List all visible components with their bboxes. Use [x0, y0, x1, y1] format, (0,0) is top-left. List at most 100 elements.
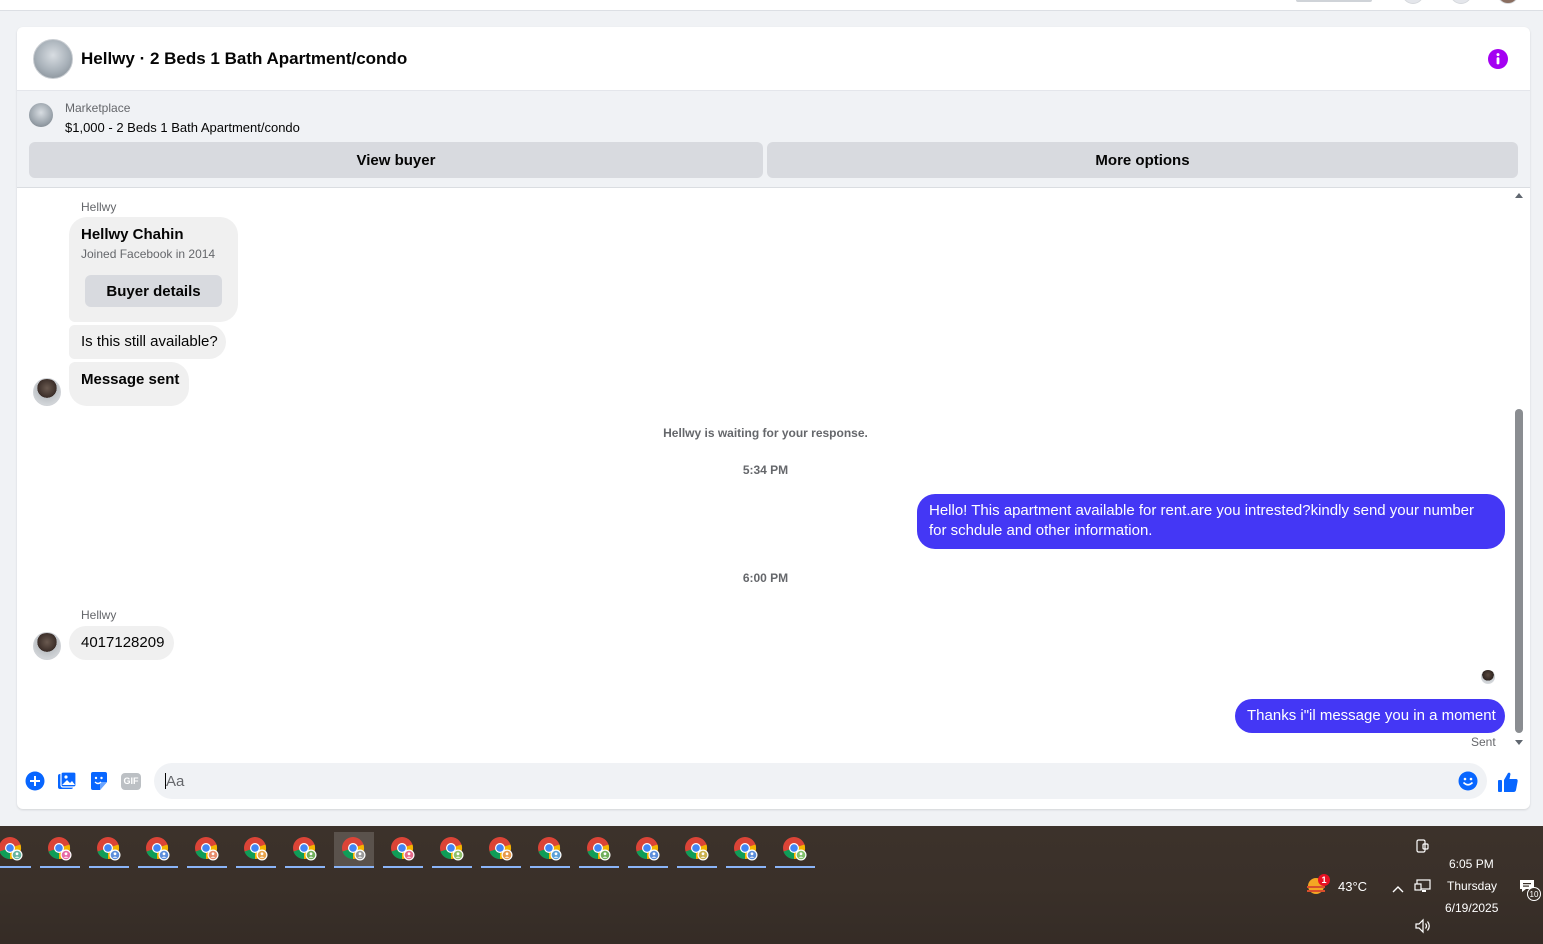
taskbar-window-indicator — [0, 866, 31, 868]
taskbar-window-indicator — [236, 866, 276, 868]
chrome-icon — [195, 837, 219, 861]
more-options-button[interactable]: More options — [767, 142, 1518, 178]
chrome-icon — [440, 837, 464, 861]
thread-scrollbar[interactable] — [1514, 193, 1524, 745]
notification-count: 10 — [1527, 887, 1541, 901]
taskbar-chrome-window[interactable] — [579, 832, 619, 868]
message-input[interactable] — [166, 763, 1436, 799]
chrome-icon — [734, 837, 758, 861]
top-bar-avatar[interactable] — [1497, 0, 1519, 4]
scroll-down-icon[interactable] — [1515, 740, 1523, 745]
chrome-icon — [587, 837, 611, 861]
plus-icon[interactable] — [25, 771, 45, 791]
volume-icon[interactable] — [1414, 918, 1432, 934]
like-icon[interactable] — [1497, 771, 1519, 793]
outgoing-message-bubble[interactable]: Hello! This apartment available for rent… — [917, 494, 1505, 549]
taskbar-chrome-window[interactable] — [187, 832, 227, 868]
gif-icon[interactable]: GIF — [121, 771, 141, 791]
chrome-icon — [48, 837, 72, 861]
taskbar-chrome-window[interactable] — [334, 832, 374, 868]
waiting-note: Hellwy is waiting for your response. — [663, 426, 868, 440]
listing-small-thumbnail[interactable] — [29, 103, 53, 127]
message-thread[interactable]: Hellwy Hellwy Chahin Joined Facebook in … — [17, 189, 1530, 763]
taskbar-window-indicator — [187, 866, 227, 868]
chevron-up-icon[interactable] — [1391, 881, 1405, 893]
chrome-icon — [293, 837, 317, 861]
conversation-title[interactable]: Hellwy · 2 Beds 1 Bath Apartment/condo — [81, 49, 407, 69]
notification-center-icon[interactable]: 10 — [1518, 878, 1543, 904]
buyer-profile-card: Hellwy Chahin Joined Facebook in 2014 Bu… — [69, 217, 238, 322]
timestamp: 5:34 PM — [742, 463, 789, 477]
taskbar-window-indicator — [40, 866, 80, 868]
buyer-joined: Joined Facebook in 2014 — [81, 247, 216, 261]
photo-icon[interactable] — [57, 771, 77, 791]
buyer-avatar[interactable] — [33, 378, 61, 406]
windows-taskbar: 1 43°C 6:05 PM Thursday 6/19/2025 10 — [0, 826, 1543, 944]
top-bar-control[interactable] — [1296, 0, 1372, 2]
taskbar-chrome-window[interactable] — [0, 832, 31, 868]
taskbar-chrome-window[interactable] — [236, 832, 276, 868]
taskbar-window-indicator — [432, 866, 472, 868]
taskbar-chrome-window[interactable] — [285, 832, 325, 868]
taskbar-chrome-window[interactable] — [775, 832, 815, 868]
weather-temperature[interactable]: 43°C — [1338, 879, 1367, 894]
clock-day[interactable]: Thursday — [1447, 879, 1497, 893]
taskbar-window-indicator — [726, 866, 766, 868]
outgoing-message-bubble[interactable]: Thanks i"il message you in a moment — [1235, 699, 1505, 733]
top-bar-menu-icon[interactable] — [1402, 0, 1424, 4]
buyer-details-button[interactable]: Buyer details — [85, 275, 222, 307]
buyer-name: Hellwy Chahin — [81, 226, 184, 243]
chrome-icon — [489, 837, 513, 861]
clock-time[interactable]: 6:05 PM — [1449, 857, 1494, 871]
taskbar-chrome-window[interactable] — [89, 832, 129, 868]
clock-date[interactable]: 6/19/2025 — [1445, 901, 1498, 915]
listing-description[interactable]: $1,000 - 2 Beds 1 Bath Apartment/condo — [65, 120, 300, 135]
message-status: Sent — [1471, 735, 1496, 749]
scroll-up-icon[interactable] — [1515, 193, 1523, 198]
chrome-icon — [342, 837, 366, 861]
chrome-icon — [391, 837, 415, 861]
scrollbar-thumb[interactable] — [1515, 409, 1523, 733]
chrome-icon — [97, 837, 121, 861]
taskbar-window-indicator — [775, 866, 815, 868]
listing-thumbnail[interactable] — [33, 39, 73, 79]
tray-phone-icon[interactable] — [1414, 838, 1430, 854]
gif-label: GIF — [121, 772, 141, 790]
taskbar-chrome-window[interactable] — [677, 832, 717, 868]
taskbar-chrome-window[interactable] — [138, 832, 178, 868]
view-buyer-button[interactable]: View buyer — [29, 142, 763, 178]
message-bubble[interactable]: Is this still available? — [69, 325, 226, 359]
taskbar-window-indicator — [677, 866, 717, 868]
taskbar-chrome-window[interactable] — [726, 832, 766, 868]
chrome-icon — [783, 837, 807, 861]
message-sender-name: Hellwy — [81, 200, 117, 214]
emoji-icon[interactable] — [1458, 771, 1478, 791]
taskbar-chrome-window[interactable] — [481, 832, 521, 868]
taskbar-window-indicator — [334, 866, 374, 868]
chrome-icon — [146, 837, 170, 861]
taskbar-chrome-window[interactable] — [530, 832, 570, 868]
top-bar-notifications-icon[interactable] — [1450, 0, 1472, 4]
sticker-icon[interactable] — [89, 771, 109, 791]
info-icon[interactable] — [1488, 49, 1508, 69]
taskbar-window-indicator — [138, 866, 178, 868]
message-input-wrapper — [154, 763, 1487, 799]
chrome-icon — [685, 837, 709, 861]
taskbar-chrome-window[interactable] — [383, 832, 423, 868]
text-caret — [165, 773, 166, 789]
weather-icon[interactable]: 1 — [1305, 874, 1330, 895]
network-icon[interactable] — [1414, 878, 1432, 894]
message-sent-card[interactable]: Message sent — [69, 362, 189, 406]
message-sender-name: Hellwy — [81, 608, 117, 622]
conversation-header: Hellwy · 2 Beds 1 Bath Apartment/condo — [17, 27, 1530, 91]
chrome-icon — [0, 837, 23, 861]
taskbar-window-indicator — [628, 866, 668, 868]
taskbar-chrome-window[interactable] — [432, 832, 472, 868]
taskbar-chrome-window[interactable] — [40, 832, 80, 868]
weather-badge: 1 — [1318, 874, 1330, 886]
chrome-icon — [636, 837, 660, 861]
chrome-icon — [244, 837, 268, 861]
taskbar-chrome-window[interactable] — [628, 832, 668, 868]
buyer-avatar[interactable] — [33, 632, 61, 660]
incoming-message-bubble[interactable]: 4017128209 — [69, 626, 174, 660]
